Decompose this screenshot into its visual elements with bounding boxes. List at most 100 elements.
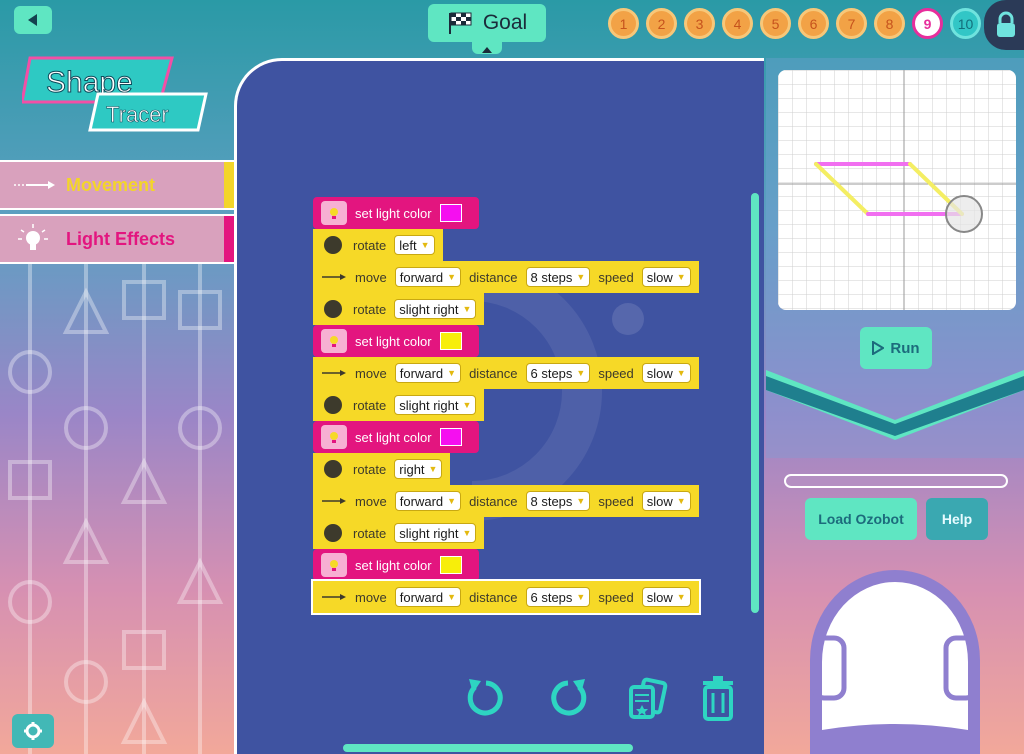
level-8[interactable]: 8: [874, 8, 905, 39]
block-move[interactable]: move forward ▼ distance 6 steps ▼ speed slow ▼: [313, 357, 699, 389]
rotate-icon: [324, 236, 342, 254]
undo-button[interactable]: [460, 672, 512, 724]
block-wrapper: set light color: [313, 421, 699, 453]
move-direction-dropdown[interactable]: forward ▼: [394, 491, 462, 511]
block-rotate[interactable]: rotate slight right ▼: [313, 293, 485, 325]
block-label: rotate: [353, 525, 387, 541]
block-set-light-color[interactable]: set light color: [313, 325, 479, 357]
palette-movement-label: Movement: [66, 174, 156, 195]
block-rotate[interactable]: rotate slight right ▼: [313, 517, 485, 549]
block-rotate[interactable]: rotate left ▼: [313, 229, 443, 261]
block-move[interactable]: move forward ▼ distance 8 steps ▼ speed slow ▼: [313, 485, 699, 517]
lightbulb-icon: [321, 329, 347, 353]
code-workspace[interactable]: set light color rotate left ▼ move forward ▼ di…: [234, 58, 764, 754]
block-label: move: [355, 589, 387, 605]
checkered-flag-icon: [448, 12, 472, 34]
rotate-direction-dropdown[interactable]: right ▼: [394, 459, 443, 479]
speed-label: speed: [598, 493, 634, 509]
light-color-swatch[interactable]: [439, 204, 462, 222]
level-1[interactable]: 1: [608, 8, 639, 39]
move-direction-dropdown[interactable]: forward ▼: [394, 363, 462, 383]
run-label: Run: [890, 339, 920, 357]
rotate-direction-dropdown[interactable]: left ▼: [394, 235, 435, 255]
rotate-direction-dropdown[interactable]: slight right ▼: [394, 523, 477, 543]
shape-tracer-logo: Shape Tracer: [20, 54, 212, 134]
level-7[interactable]: 7: [836, 8, 867, 39]
block-wrapper: set light color: [313, 197, 699, 229]
dropdown-caret-icon: ▼: [462, 304, 472, 314]
horizontal-scrollbar[interactable]: [343, 744, 633, 752]
level-5[interactable]: 5: [760, 8, 791, 39]
level-3[interactable]: 3: [684, 8, 715, 39]
palette-movement[interactable]: Movement: [0, 160, 234, 210]
settings-button[interactable]: [12, 714, 54, 748]
distance-dropdown[interactable]: 6 steps ▼: [525, 587, 591, 607]
logo-line2: Tracer: [106, 102, 169, 127]
block-label: move: [355, 269, 387, 285]
speed-dropdown[interactable]: slow ▼: [641, 267, 691, 287]
run-button[interactable]: Run: [860, 327, 932, 369]
vertical-scrollbar[interactable]: [751, 193, 759, 613]
distance-label: distance: [469, 493, 518, 509]
distance-dropdown[interactable]: 8 steps ▼: [525, 267, 591, 287]
level-6[interactable]: 6: [798, 8, 829, 39]
dropdown-caret-icon: ▼: [576, 592, 586, 602]
arrow-icon: [321, 265, 347, 289]
block-wrapper: rotate right ▼: [313, 453, 699, 485]
gear-icon: [24, 722, 42, 740]
block-wrapper: rotate slight right ▼: [313, 389, 699, 421]
light-color-swatch[interactable]: [439, 556, 462, 574]
block-rotate[interactable]: rotate right ▼: [313, 453, 451, 485]
goal-toggle[interactable]: [472, 38, 502, 54]
lightbulb-icon: [321, 553, 347, 577]
block-set-light-color[interactable]: set light color: [313, 549, 479, 581]
load-progress-bar: [784, 474, 1008, 488]
block-set-light-color[interactable]: set light color: [313, 197, 479, 229]
distance-dropdown[interactable]: 8 steps ▼: [525, 491, 591, 511]
rotate-direction-dropdown[interactable]: slight right ▼: [394, 395, 477, 415]
back-button[interactable]: [14, 6, 52, 34]
speed-dropdown[interactable]: slow ▼: [641, 363, 691, 383]
block-move[interactable]: move forward ▼ distance 8 steps ▼ speed slow ▼: [313, 261, 699, 293]
trash-button[interactable]: [692, 672, 744, 724]
block-label: move: [355, 365, 387, 381]
dropdown-caret-icon: ▼: [676, 592, 686, 602]
preview-canvas: [778, 70, 1016, 310]
lock-button[interactable]: [984, 0, 1024, 50]
block-set-light-color[interactable]: set light color: [313, 421, 479, 453]
light-color-swatch[interactable]: [439, 428, 462, 446]
palette-light-effects[interactable]: Light Effects: [0, 214, 234, 264]
cards-button[interactable]: [622, 672, 674, 724]
load-ozobot-button[interactable]: Load Ozobot: [805, 498, 917, 540]
speed-dropdown[interactable]: slow ▼: [641, 491, 691, 511]
dropdown-caret-icon: ▼: [447, 272, 457, 282]
distance-label: distance: [469, 365, 518, 381]
help-button[interactable]: Help: [926, 498, 988, 540]
panel-chevron: [766, 370, 1024, 440]
light-color-swatch[interactable]: [439, 332, 462, 350]
move-direction-dropdown[interactable]: forward ▼: [394, 267, 462, 287]
level-selector: 1 2 3 4 5 6 7 8 9 10: [608, 8, 981, 39]
block-label: rotate: [353, 301, 387, 317]
level-10[interactable]: 10: [950, 8, 981, 39]
trash-icon: [703, 676, 733, 721]
speed-dropdown[interactable]: slow ▼: [641, 587, 691, 607]
caret-up-icon: [482, 47, 492, 53]
dropdown-caret-icon: ▼: [462, 528, 472, 538]
move-direction-dropdown[interactable]: forward ▼: [394, 587, 462, 607]
rotate-direction-dropdown[interactable]: slight right ▼: [394, 299, 477, 319]
block-move[interactable]: move forward ▼ distance 6 steps ▼ speed slow ▼: [311, 579, 701, 615]
block-wrapper: rotate slight right ▼: [313, 293, 699, 325]
level-2[interactable]: 2: [646, 8, 677, 39]
block-label: rotate: [353, 397, 387, 413]
lock-icon: [997, 11, 1015, 37]
distance-dropdown[interactable]: 6 steps ▼: [525, 363, 591, 383]
level-4[interactable]: 4: [722, 8, 753, 39]
dropdown-caret-icon: ▼: [576, 272, 586, 282]
level-9[interactable]: 9: [912, 8, 943, 39]
dropdown-caret-icon: ▼: [447, 496, 457, 506]
redo-button[interactable]: [542, 672, 594, 724]
goal-button[interactable]: Goal: [428, 4, 546, 42]
dropdown-caret-icon: ▼: [676, 368, 686, 378]
block-rotate[interactable]: rotate slight right ▼: [313, 389, 485, 421]
